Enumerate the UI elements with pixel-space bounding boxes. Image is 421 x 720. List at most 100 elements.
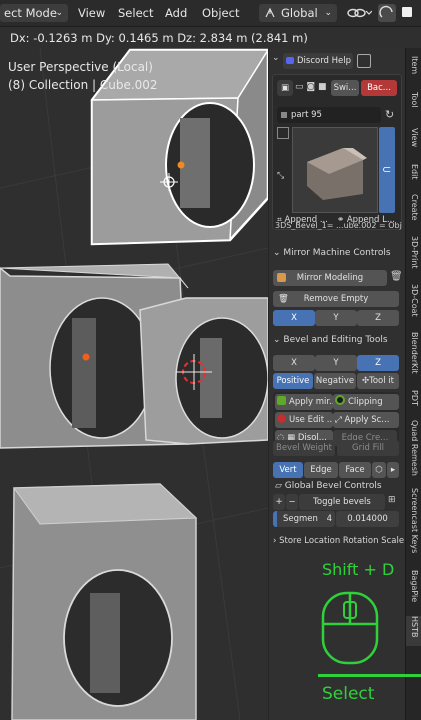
screencast-action-text: Select: [322, 684, 375, 704]
bevel-axis-z-toggle[interactable]: Z: [357, 355, 399, 371]
apply-mirror-label: Apply mir...: [289, 397, 333, 407]
discord-help-button[interactable]: Discord Help: [283, 53, 353, 69]
tab-item[interactable]: Item: [406, 56, 421, 84]
trash-icon[interactable]: 🗑: [390, 271, 403, 282]
magnet-icon: ⊂: [382, 163, 392, 176]
remove-empty-label: Remove Empty: [303, 294, 369, 304]
apply-scale-button[interactable]: ⤢ Apply Sc...: [333, 412, 399, 428]
checkbox-icon[interactable]: [277, 127, 289, 139]
add-icon[interactable]: +: [273, 494, 285, 510]
mirror-axis-x-toggle[interactable]: X: [273, 310, 315, 326]
tab-bagapie-label: BagaPie: [410, 570, 419, 603]
remove-empty-button[interactable]: 🗑 Remove Empty: [273, 291, 399, 307]
chevron-down-icon: ⌄: [55, 8, 63, 18]
bottom-mesh[interactable]: [11, 483, 198, 720]
mirror-axis-y-toggle[interactable]: Y: [315, 310, 357, 326]
discord-help-label: Discord Help: [297, 56, 352, 66]
menu-object[interactable]: Object: [196, 4, 245, 22]
tab-edit-label: Edit: [410, 164, 419, 180]
segments-fill-bar: [273, 511, 277, 527]
store-location-header[interactable]: › Store Location Rotation Scale Bevel: [273, 536, 405, 546]
flag-icon[interactable]: ▸: [387, 462, 399, 478]
tab-screencast-keys[interactable]: Screencast Keys: [406, 488, 421, 568]
bevel-width-field[interactable]: 0.014000: [336, 511, 399, 527]
mirror-icon: [277, 273, 286, 282]
panel-pin-icon[interactable]: [357, 54, 371, 68]
positive-toggle[interactable]: Positive: [273, 373, 313, 389]
global-bevel-header[interactable]: ▱ Global Bevel Controls: [275, 481, 382, 491]
asset-icon: [281, 112, 287, 118]
clipping-toggle[interactable]: Clipping: [333, 394, 399, 410]
subtract-icon[interactable]: −: [286, 494, 298, 510]
viewport-3d[interactable]: [0, 48, 268, 720]
magnet-button[interactable]: ⊂: [379, 127, 395, 213]
asset-preview-thumbnail[interactable]: [292, 127, 378, 213]
pin-icon: ▱: [275, 481, 285, 491]
chevron-down-icon: ⌄: [273, 335, 284, 345]
viewport-shading-solid[interactable]: [402, 7, 412, 17]
mirror-section-header[interactable]: ⌄ Mirror Machine Controls: [273, 248, 391, 258]
tab-edit[interactable]: Edit: [406, 164, 421, 190]
snap-toggle[interactable]: [346, 6, 373, 23]
tab-view-label: View: [410, 128, 419, 147]
transform-orientation-dropdown[interactable]: Global ⌄: [259, 4, 337, 22]
edge-select-mode[interactable]: Edge: [304, 462, 338, 478]
tab-bagapie[interactable]: BagaPie: [406, 570, 421, 612]
tab-view[interactable]: View: [406, 128, 421, 156]
mirror-modeling-label: Mirror Modeling: [296, 273, 364, 283]
bevel-axis-y-toggle[interactable]: Y: [315, 355, 357, 371]
asset-name-dropdown[interactable]: part 95: [277, 107, 381, 123]
mode-dropdown[interactable]: ect Mode ⌄: [0, 4, 68, 22]
asset-thumbnail-mesh: [307, 148, 367, 200]
tab-tool[interactable]: Tool: [406, 92, 421, 120]
swi-button[interactable]: Swi...: [331, 80, 359, 96]
face-select-mode[interactable]: Face: [339, 462, 371, 478]
menu-select[interactable]: Select: [112, 4, 159, 22]
apply-scale-label: Apply Sc...: [344, 415, 390, 425]
mirror-modeling-button[interactable]: Mirror Modeling: [273, 270, 387, 286]
bac-button[interactable]: Bac...: [361, 80, 397, 96]
menu-add[interactable]: Add: [159, 4, 193, 22]
use-edit-label: Use Edit ...: [289, 415, 333, 425]
global-bevel-title: Global Bevel Controls: [284, 481, 382, 491]
bevel-section-header[interactable]: ⌄ Bevel and Editing Tools: [273, 335, 388, 345]
use-edit-toggle[interactable]: Use Edit ...: [275, 412, 333, 428]
bevel-weight-button[interactable]: Bevel Weight: [273, 440, 335, 456]
preview-left-controls: ⤡: [277, 127, 289, 217]
tab-hstb-label: HSTB: [410, 616, 419, 638]
tab-3d-print[interactable]: 3D-Print: [406, 236, 421, 278]
asset-toolbar-icons[interactable]: ▭ ◙ ■: [295, 82, 326, 92]
tab-pdt[interactable]: PDT: [406, 390, 421, 414]
expand-icon[interactable]: ⤡: [277, 171, 284, 181]
segments-field[interactable]: Segmen 4: [273, 511, 335, 527]
asset-type-icon[interactable]: ▣: [277, 80, 293, 96]
tab-create[interactable]: Create: [406, 194, 421, 230]
chevron-down-icon: ⌄: [273, 248, 284, 258]
vert-select-mode[interactable]: Vert: [273, 462, 303, 478]
chevron-down-icon: ⌄: [324, 8, 332, 18]
menu-view[interactable]: View: [72, 4, 111, 22]
screencast-shortcut-text: Shift + D: [322, 560, 395, 579]
toggle-bevels-button[interactable]: Toggle bevels: [299, 494, 385, 510]
negative-toggle[interactable]: Negative: [314, 373, 356, 389]
mirror-axis-z-toggle[interactable]: Z: [357, 310, 399, 326]
grid-fill-button[interactable]: Grid Fill: [337, 440, 399, 456]
bevel-axis-x-toggle[interactable]: X: [273, 355, 315, 371]
tab-3d-coat[interactable]: 3D-Coat: [406, 284, 421, 326]
tab-create-label: Create: [410, 194, 419, 221]
tool-it-button[interactable]: ✣Tool it: [357, 373, 399, 389]
screencast-divider: [318, 674, 421, 677]
apply-mirror-checkbox[interactable]: Apply mir...: [275, 394, 333, 410]
proportional-edit-toggle[interactable]: [378, 4, 396, 22]
scale-icon: ⤢: [335, 415, 345, 425]
tab-quad-remesh[interactable]: Quad Remesh: [406, 420, 421, 482]
tab-blenderkit[interactable]: BlenderKit: [406, 332, 421, 388]
bevel-tool-icon[interactable]: ⊞: [388, 495, 396, 505]
mesh-icon[interactable]: ⬡: [372, 462, 386, 478]
trash-icon: 🗑: [278, 294, 289, 304]
tab-hstb[interactable]: HSTB: [406, 616, 421, 646]
middle-mesh-row[interactable]: [0, 263, 268, 449]
refresh-icon[interactable]: ↻: [385, 108, 394, 121]
tab-3d-coat-label: 3D-Coat: [410, 284, 419, 317]
sidebar-tab-strip: Item Tool View Edit Create 3D-Print 3D-C…: [405, 48, 421, 720]
